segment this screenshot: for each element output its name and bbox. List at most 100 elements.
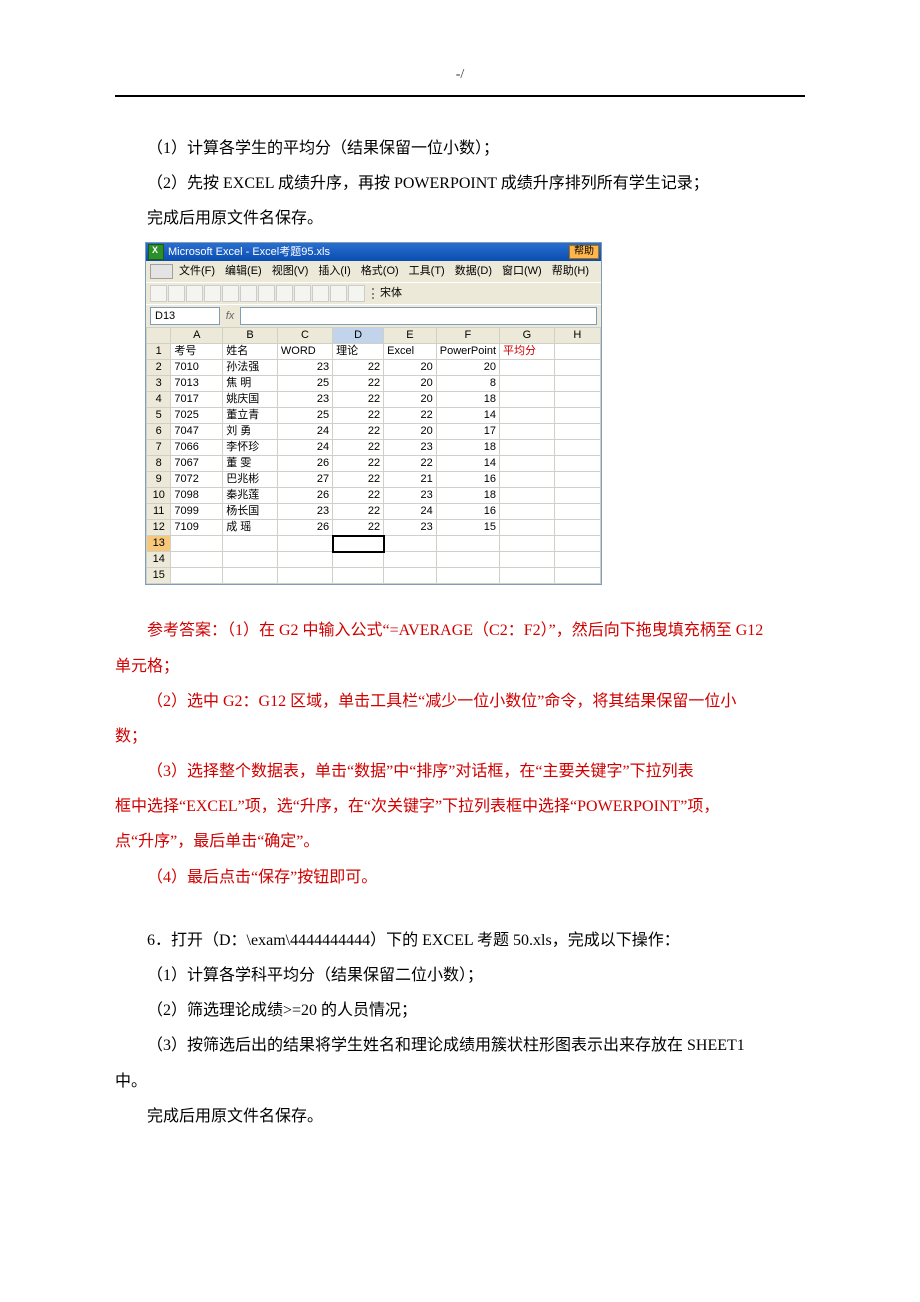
cell-r8c0[interactable]: 7067 [171,456,223,472]
cell-r6c6[interactable] [500,424,555,440]
cell-r8c3[interactable]: 22 [333,456,384,472]
cell-r14c3[interactable] [333,552,384,568]
rowhdr-13[interactable]: 13 [147,536,171,552]
hdrcell-5[interactable]: PowerPoint [436,344,499,360]
rowhdr-9[interactable]: 9 [147,472,171,488]
cell-r6c1[interactable]: 刘 勇 [223,424,278,440]
rowhdr-14[interactable]: 14 [147,552,171,568]
cell-r13c3[interactable] [333,536,384,552]
cell-r9c6[interactable] [500,472,555,488]
cell-r11c4[interactable]: 24 [384,504,437,520]
name-box[interactable]: D13 [150,307,220,325]
tb-zoom-icon[interactable] [348,285,365,302]
cell-r4c3[interactable]: 22 [333,392,384,408]
cell-r11c6[interactable] [500,504,555,520]
cell-r7c0[interactable]: 7066 [171,440,223,456]
cell-r13c5[interactable] [436,536,499,552]
cell-r4c5[interactable]: 18 [436,392,499,408]
cell-r10c2[interactable]: 26 [277,488,332,504]
help-button[interactable]: 帮助 [569,245,599,259]
cell-r4c0[interactable]: 7017 [171,392,223,408]
cell-r4c7[interactable] [554,392,600,408]
cell-r12c1[interactable]: 成 瑶 [223,520,278,536]
menu-window[interactable]: 窗口(W) [498,266,546,277]
excel-grid[interactable]: ABCDEFGH1考号姓名WORD理论ExcelPowerPoint平均分270… [146,327,601,584]
cell-r12c0[interactable]: 7109 [171,520,223,536]
cell-r9c5[interactable]: 16 [436,472,499,488]
cell-r3c0[interactable]: 7013 [171,376,223,392]
cell-r11c1[interactable]: 杨长国 [223,504,278,520]
cell-r5c3[interactable]: 22 [333,408,384,424]
cell-r14c1[interactable] [223,552,278,568]
cell-r13c4[interactable] [384,536,437,552]
colhdr-C[interactable]: C [277,328,332,344]
menu-format[interactable]: 格式(O) [357,266,403,277]
hdrcell-0[interactable]: 考号 [171,344,223,360]
rowhdr-12[interactable]: 12 [147,520,171,536]
cell-r2c4[interactable]: 20 [384,360,437,376]
font-name[interactable]: 宋体 [372,288,408,299]
cell-r8c2[interactable]: 26 [277,456,332,472]
cell-r15c2[interactable] [277,568,332,584]
cell-r7c3[interactable]: 22 [333,440,384,456]
cell-r8c7[interactable] [554,456,600,472]
cell-r11c3[interactable]: 22 [333,504,384,520]
cell-r2c7[interactable] [554,360,600,376]
cell-r13c6[interactable] [500,536,555,552]
hdrcell-2[interactable]: WORD [277,344,332,360]
cell-r5c6[interactable] [500,408,555,424]
cell-r8c6[interactable] [500,456,555,472]
cell-r14c2[interactable] [277,552,332,568]
cell-r5c7[interactable] [554,408,600,424]
cell-r12c7[interactable] [554,520,600,536]
menu-file[interactable]: 文件(F) [175,266,219,277]
cell-r3c6[interactable] [500,376,555,392]
cell-r12c4[interactable]: 23 [384,520,437,536]
cell-r15c3[interactable] [333,568,384,584]
menu-data[interactable]: 数据(D) [451,266,496,277]
menu-edit[interactable]: 编辑(E) [221,266,266,277]
cell-r12c6[interactable] [500,520,555,536]
menu-insert[interactable]: 插入(I) [314,266,354,277]
cell-r14c7[interactable] [554,552,600,568]
cell-r15c7[interactable] [554,568,600,584]
cell-r11c2[interactable]: 23 [277,504,332,520]
tb-chart-icon[interactable] [330,285,347,302]
cell-r14c6[interactable] [500,552,555,568]
cell-r7c4[interactable]: 23 [384,440,437,456]
rowhdr-8[interactable]: 8 [147,456,171,472]
cell-r8c4[interactable]: 22 [384,456,437,472]
cell-r5c4[interactable]: 22 [384,408,437,424]
colhdr-F[interactable]: F [436,328,499,344]
cell-r9c0[interactable]: 7072 [171,472,223,488]
cell-r15c6[interactable] [500,568,555,584]
tb-copy-icon[interactable] [240,285,257,302]
rowhdr-4[interactable]: 4 [147,392,171,408]
colhdr-A[interactable]: A [171,328,223,344]
cell-r15c5[interactable] [436,568,499,584]
cell-r2c6[interactable] [500,360,555,376]
cell-r7c7[interactable] [554,440,600,456]
hdrcell-6[interactable]: 平均分 [500,344,555,360]
cell-r2c0[interactable]: 7010 [171,360,223,376]
cell-r2c5[interactable]: 20 [436,360,499,376]
tb-cut-icon[interactable] [222,285,239,302]
colhdr-D[interactable]: D [333,328,384,344]
rowhdr-2[interactable]: 2 [147,360,171,376]
cell-r8c1[interactable]: 董 雯 [223,456,278,472]
hdrcell-1[interactable]: 姓名 [223,344,278,360]
cell-r10c5[interactable]: 18 [436,488,499,504]
cell-r13c0[interactable] [171,536,223,552]
tb-undo-icon[interactable] [276,285,293,302]
cell-r15c1[interactable] [223,568,278,584]
cell-r4c6[interactable] [500,392,555,408]
cell-r5c0[interactable]: 7025 [171,408,223,424]
cell-r7c1[interactable]: 李怀珍 [223,440,278,456]
rowhdr-7[interactable]: 7 [147,440,171,456]
menu-tools[interactable]: 工具(T) [405,266,449,277]
cell-r6c0[interactable]: 7047 [171,424,223,440]
colhdr-G[interactable]: G [500,328,555,344]
cell-r10c1[interactable]: 秦兆莲 [223,488,278,504]
cell-r13c1[interactable] [223,536,278,552]
cell-r10c0[interactable]: 7098 [171,488,223,504]
